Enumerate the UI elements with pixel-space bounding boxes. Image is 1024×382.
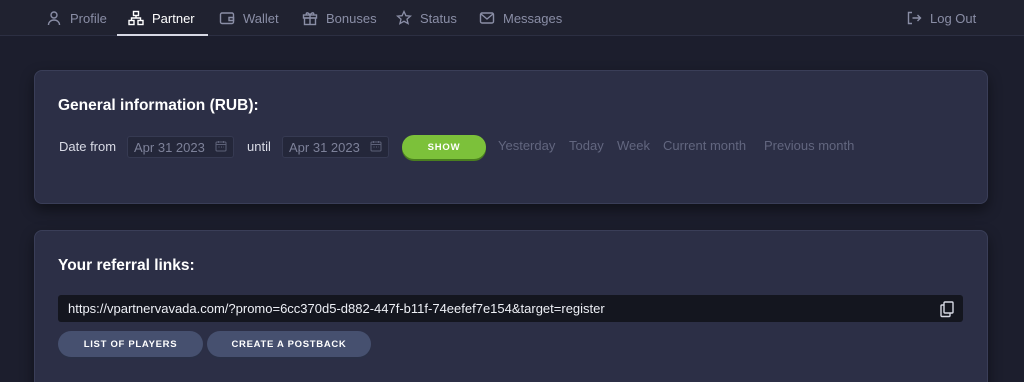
range-current-month[interactable]: Current month xyxy=(663,138,746,153)
wallet-icon xyxy=(219,10,235,26)
nav-label: Status xyxy=(420,10,457,26)
nav-label: Partner xyxy=(152,10,195,26)
range-week[interactable]: Week xyxy=(617,138,650,153)
nav-label: Bonuses xyxy=(326,10,377,26)
referral-link-text: https://vpartnervavada.com/?promo=6cc370… xyxy=(68,301,605,316)
logout-button[interactable]: Log Out xyxy=(906,0,976,36)
create-postback-button[interactable]: CREATE A POSTBACK xyxy=(207,331,371,357)
date-from-value: Apr 31 2023 xyxy=(134,139,205,155)
date-from-input[interactable]: Apr 31 2023 xyxy=(127,136,234,158)
logout-label: Log Out xyxy=(930,10,977,26)
nav-item-messages[interactable]: Messages xyxy=(479,0,562,36)
calendar-icon xyxy=(370,140,382,155)
logout-icon xyxy=(906,10,922,26)
date-until-input[interactable]: Apr 31 2023 xyxy=(282,136,389,158)
copy-icon[interactable] xyxy=(938,300,956,318)
nav-label: Wallet xyxy=(243,10,279,26)
mail-icon xyxy=(479,10,495,26)
nav-label: Profile xyxy=(70,10,107,26)
show-button[interactable]: SHOW xyxy=(402,135,486,159)
date-from-label: Date from xyxy=(59,139,117,154)
nav-item-status[interactable]: Status xyxy=(396,0,457,36)
nav-item-wallet[interactable]: Wallet xyxy=(219,0,279,36)
nav-item-profile[interactable]: Profile xyxy=(46,0,107,36)
referral-link-field[interactable]: https://vpartnervavada.com/?promo=6cc370… xyxy=(58,295,963,322)
referral-title: Your referral links: xyxy=(58,257,195,274)
gift-icon xyxy=(302,10,318,26)
nav-item-bonuses[interactable]: Bonuses xyxy=(302,0,377,36)
date-until-value: Apr 31 2023 xyxy=(289,139,360,155)
top-nav: Profile Partner Wallet Bonuses Status Me… xyxy=(0,0,1024,36)
user-icon xyxy=(46,10,62,26)
range-today[interactable]: Today xyxy=(569,138,604,153)
range-previous-month[interactable]: Previous month xyxy=(764,138,854,153)
until-label: until xyxy=(247,139,271,154)
nav-label: Messages xyxy=(503,10,563,26)
general-info-title: General information (RUB): xyxy=(58,97,259,114)
range-yesterday[interactable]: Yesterday xyxy=(498,138,555,153)
network-icon xyxy=(128,10,144,26)
star-icon xyxy=(396,10,412,26)
nav-item-partner[interactable]: Partner xyxy=(117,0,208,36)
list-of-players-button[interactable]: LIST OF PLAYERS xyxy=(58,331,203,357)
calendar-icon xyxy=(215,140,227,155)
